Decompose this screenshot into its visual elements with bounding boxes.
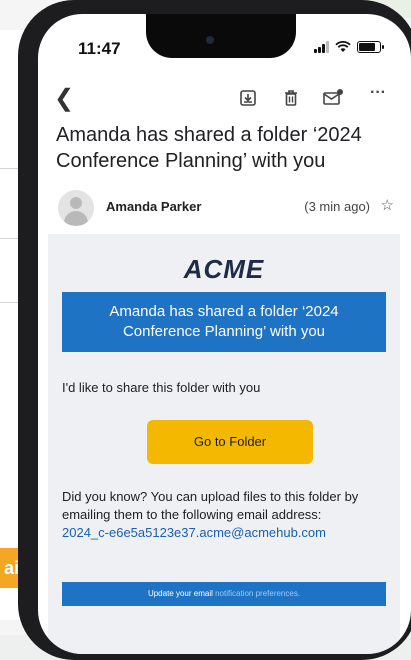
footer-text: Update your email [147, 589, 213, 598]
signal-icon [314, 41, 329, 53]
more-icon[interactable]: ··· [368, 84, 388, 104]
email-footer: Update your email notification preferenc… [62, 582, 386, 606]
upload-email-link[interactable]: 2024_c-e6e5a5123e37.acme@acmehub.com [62, 525, 326, 540]
acme-logo: ACME [183, 254, 265, 284]
mark-unread-icon[interactable] [322, 88, 344, 108]
sender-name[interactable]: Amanda Parker [106, 199, 201, 214]
info-paragraph: Did you know? You can upload files to th… [62, 488, 392, 542]
notch [146, 14, 296, 58]
camera-icon [206, 36, 214, 44]
avatar[interactable] [58, 190, 94, 226]
archive-icon[interactable] [238, 88, 258, 108]
status-icons [314, 41, 384, 53]
phone-screen: 11:47 ❮ ··· Amanda has shared a folder ‘… [38, 14, 411, 654]
email-timestamp: (3 min ago) [304, 199, 370, 214]
email-body: ACME Amanda has shared a folder ‘2024 Co… [48, 234, 400, 654]
go-to-folder-button[interactable]: Go to Folder [147, 420, 313, 464]
email-toolbar: ❮ ··· [38, 84, 411, 114]
trash-icon[interactable] [281, 88, 301, 108]
email-subject: Amanda has shared a folder ‘2024 Confere… [56, 124, 362, 172]
sender-row: Amanda Parker (3 min ago) ☆ [56, 186, 396, 226]
wifi-icon [335, 41, 351, 52]
chevron-left-icon[interactable]: ❮ [54, 84, 74, 113]
info-text: Did you know? You can upload files to th… [62, 489, 359, 522]
email-banner: Amanda has shared a folder ‘2024 Confere… [62, 292, 386, 352]
intro-text: I'd like to share this folder with you [62, 380, 261, 395]
status-time: 11:47 [78, 39, 121, 58]
battery-icon [357, 41, 384, 53]
star-icon[interactable]: ☆ [381, 196, 394, 214]
notification-preferences-link[interactable]: notification preferences. [215, 589, 300, 598]
